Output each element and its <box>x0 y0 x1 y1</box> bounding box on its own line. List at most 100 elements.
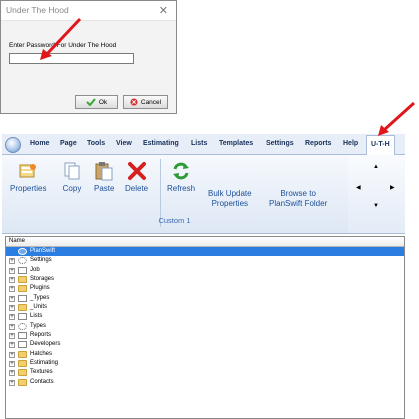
tree-row[interactable]: + Storages <box>6 275 404 284</box>
tab-estimating[interactable]: Estimating <box>143 140 179 147</box>
bulk-update-label-line1: Bulk Update <box>208 189 252 198</box>
nav-up-icon[interactable]: ▲ <box>373 164 379 170</box>
delete-button[interactable]: Delete <box>125 161 148 194</box>
refresh-label: Refresh <box>167 184 196 193</box>
folder-icon <box>18 369 27 377</box>
expand-icon[interactable]: + <box>9 370 15 377</box>
tree-row-label: Reports <box>30 332 52 339</box>
tree-row[interactable]: + _Types <box>6 294 404 303</box>
tab-settings[interactable]: Settings <box>266 140 294 147</box>
properties-button[interactable]: Properties <box>10 161 46 194</box>
ribbon-group-caption: Custom 1 <box>158 216 191 225</box>
ok-button[interactable]: Ok <box>75 95 118 109</box>
tab-uth[interactable]: U-T-H <box>366 135 395 156</box>
tree-row-label: Job <box>30 266 40 273</box>
list-icon <box>18 313 27 321</box>
tree-column-header[interactable]: Name <box>6 237 404 247</box>
object-tree: Name PlanSwift + Settings + Job + Storages + Plu… <box>5 236 405 419</box>
tab-help[interactable]: Help <box>343 140 358 147</box>
tree-row-label: Contacts <box>30 378 54 385</box>
tree-row[interactable]: + Lists <box>6 312 404 321</box>
folder-icon <box>18 360 27 368</box>
expand-icon[interactable]: + <box>9 267 15 274</box>
folder-icon <box>18 285 27 293</box>
browse-planswift-folder-button[interactable]: Browse to PlanSwift Folder <box>269 189 327 209</box>
cancel-icon <box>130 98 138 106</box>
tab-templates[interactable]: Templates <box>219 140 253 147</box>
nav-right-icon[interactable]: ▶ <box>390 184 395 191</box>
tree-row[interactable]: + Estimating <box>6 359 404 368</box>
tab-page[interactable]: Page <box>60 140 77 147</box>
tree-row[interactable]: + Developers <box>6 340 404 349</box>
tab-reports[interactable]: Reports <box>305 140 331 147</box>
tab-tools[interactable]: Tools <box>87 140 105 147</box>
expand-icon[interactable]: + <box>9 314 15 321</box>
ribbon-panel: Properties Copy Paste Delete Refresh Bul… <box>2 155 405 234</box>
folder-icon <box>18 350 27 358</box>
tree-row-label: PlanSwift <box>30 248 56 254</box>
copy-button[interactable]: Copy <box>62 161 82 194</box>
expand-icon[interactable]: + <box>9 277 15 284</box>
expand-icon[interactable]: + <box>9 295 15 302</box>
cancel-button[interactable]: Cancel <box>123 95 168 109</box>
tree-row-label: Lists <box>30 313 43 320</box>
tree-row[interactable]: + Plugins <box>6 284 404 293</box>
tab-view[interactable]: View <box>116 140 132 147</box>
tree-row[interactable]: + Hatches <box>6 350 404 359</box>
tree-row-label: _Units <box>30 304 48 311</box>
tree-row-label: Storages <box>30 276 55 283</box>
copy-label: Copy <box>62 184 82 193</box>
password-dialog: Under The Hood ✕ Enter Password For Unde… <box>0 0 177 114</box>
tree-row[interactable]: + Types <box>6 322 404 331</box>
close-icon[interactable]: ✕ <box>159 4 168 17</box>
checkmark-icon <box>86 98 96 106</box>
tree-row[interactable]: + Contacts <box>6 378 404 387</box>
tree-row-label: Textures <box>30 369 53 376</box>
browse-label-line2: PlanSwift Folder <box>269 199 328 208</box>
application-menu-icon[interactable] <box>5 137 21 153</box>
tree-row-label: Settings <box>30 257 52 264</box>
tree-row-label: Plugins <box>30 285 50 292</box>
folder-icon <box>18 378 27 386</box>
nav-down-icon[interactable]: ▼ <box>373 203 379 209</box>
expand-icon[interactable]: + <box>9 305 15 312</box>
tree-row[interactable]: + Job <box>6 266 404 275</box>
bulk-update-properties-button[interactable]: Bulk Update Properties <box>208 189 252 209</box>
expand-icon[interactable]: + <box>9 351 15 358</box>
password-input[interactable] <box>9 53 134 64</box>
refresh-button[interactable]: Refresh <box>167 161 195 194</box>
tree-row[interactable]: + Textures <box>6 368 404 377</box>
tree-row[interactable]: + _Units <box>6 303 404 312</box>
tab-lists[interactable]: Lists <box>191 140 207 147</box>
dialog-titlebar: Under The Hood ✕ <box>1 1 176 21</box>
tree-row-label: Developers <box>30 341 61 348</box>
tree-row-label: _Types <box>30 294 50 301</box>
ribbon-tab-bar: Home Page Tools View Estimating Lists Te… <box>2 134 405 156</box>
copy-icon <box>64 162 80 180</box>
expand-icon[interactable]: + <box>9 361 15 368</box>
properties-label: Properties <box>10 184 47 193</box>
job-icon <box>18 266 27 274</box>
developers-icon <box>18 341 27 349</box>
tree-row[interactable]: + Settings <box>6 256 404 265</box>
nav-left-icon[interactable]: ◀ <box>356 184 361 191</box>
expand-icon[interactable]: + <box>9 258 15 265</box>
cancel-button-label: Cancel <box>140 98 162 106</box>
folder-icon <box>18 276 27 284</box>
expand-icon[interactable]: + <box>9 379 15 386</box>
report-icon <box>18 332 27 340</box>
paste-icon <box>95 162 113 181</box>
expand-icon[interactable]: + <box>9 333 15 340</box>
tree-row[interactable]: + Reports <box>6 331 404 340</box>
expand-icon[interactable]: + <box>9 286 15 293</box>
tree-row-label: Hatches <box>30 350 53 357</box>
tree-row[interactable]: PlanSwift <box>6 247 404 257</box>
expand-icon[interactable]: + <box>9 342 15 349</box>
delete-label: Delete <box>125 184 149 193</box>
gear-icon <box>18 257 27 265</box>
expand-icon[interactable]: + <box>9 323 15 330</box>
folder-icon <box>18 304 27 312</box>
tab-home[interactable]: Home <box>30 140 49 147</box>
planswift-icon <box>18 248 27 255</box>
paste-button[interactable]: Paste <box>94 161 114 194</box>
